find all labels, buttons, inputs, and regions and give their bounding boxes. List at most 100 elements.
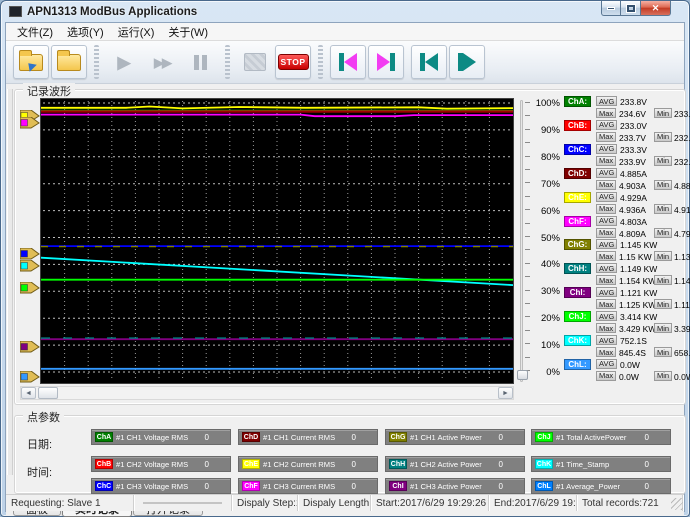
record-button-disabled <box>237 45 273 79</box>
fast-forward-button[interactable]: ▶▶ <box>144 45 180 79</box>
avg-chip: AVG <box>596 311 617 321</box>
title-bar[interactable]: APN1313 ModBus Applications ✕ <box>1 1 689 22</box>
max-value: 0.0W <box>619 372 639 382</box>
step-forward-button[interactable] <box>449 45 485 79</box>
waveform-group-label: 记录波形 <box>23 83 75 99</box>
channel-marker-chi[interactable] <box>20 340 40 358</box>
scroll-right-arrow-icon[interactable]: ► <box>498 387 513 399</box>
channel-stat-row-chc: ChC:AVG233.3VMax233.9VMin232.5V <box>564 144 690 167</box>
channel-stat-row-cha: ChA:AVG233.8VMax234.6VMin233.0V <box>564 96 690 119</box>
stop-button[interactable]: STOP <box>275 45 311 79</box>
max-value: 3.429 KW <box>619 324 656 334</box>
min-chip: Min <box>654 323 672 333</box>
maximize-button[interactable] <box>621 1 640 16</box>
channel-badge: ChJ <box>535 432 553 442</box>
channel-badge: ChK: <box>564 335 591 346</box>
max-chip: Max <box>596 180 616 190</box>
vertical-slider[interactable] <box>516 98 532 384</box>
max-value: 4.936A <box>619 205 646 215</box>
channel-stat-row-che: ChE:AVG4.929AMax4.936AMin4.919A <box>564 192 690 215</box>
menu-bar: 文件(Z)选项(Y)运行(X)关于(W) <box>6 23 684 41</box>
min-value: 1.138 KW <box>674 252 690 262</box>
channel-badge: ChA: <box>564 96 591 107</box>
param-cell-chg: ChG#1 CH1 Active Power0 <box>385 429 525 445</box>
menu-item-2[interactable]: 运行(X) <box>111 22 162 42</box>
min-value: 4.919A <box>674 205 690 215</box>
waveform-plot[interactable] <box>40 98 514 384</box>
channel-marker-chf[interactable] <box>20 116 40 134</box>
fast-forward-icon: ▶▶ <box>154 56 170 69</box>
next-marker-button[interactable] <box>368 45 404 79</box>
scroll-left-arrow-icon[interactable]: ◄ <box>21 387 36 399</box>
param-label: #1 Average_Power <box>556 482 645 491</box>
avg-chip: AVG <box>596 239 617 249</box>
param-label: #1 CH3 Voltage RMS <box>116 482 205 491</box>
close-icon: ✕ <box>652 3 660 14</box>
param-value: 0 <box>645 482 649 491</box>
channel-badge: ChD: <box>564 168 591 179</box>
param-label: #1 CH1 Active Power <box>410 433 499 442</box>
param-cell-chh: ChH#1 CH2 Active Power0 <box>385 456 525 472</box>
channel-stat-row-chb: ChB:AVG233.0VMax233.7VMin232.2V <box>564 120 690 143</box>
min-value: 232.2V <box>674 133 690 143</box>
menu-item-1[interactable]: 选项(Y) <box>60 22 111 42</box>
max-chip: Max <box>596 108 616 118</box>
min-value: 658.7S <box>674 348 690 358</box>
channel-stats-panel: ChA:AVG233.8VMax234.6VMin233.0VChB:AVG23… <box>564 96 690 386</box>
pause-button[interactable] <box>182 45 218 79</box>
param-cell-chi: ChI#1 CH3 Active Power0 <box>385 478 525 494</box>
param-value: 0 <box>499 482 503 491</box>
channel-marker-chk[interactable] <box>20 259 40 277</box>
avg-chip: AVG <box>596 96 617 106</box>
avg-value: 4.885A <box>620 169 647 179</box>
resize-grip[interactable] <box>671 498 683 510</box>
param-label: #1 CH2 Voltage RMS <box>116 460 205 469</box>
status-field-5: End:2017/6/29 19:32:33 <box>489 495 577 511</box>
minimize-icon <box>607 7 615 10</box>
horizontal-scrollbar[interactable]: ◄ ► <box>20 386 514 400</box>
channel-stat-row-chh: ChH:AVG1.149 KWMax1.154 KWMin1.143 KW <box>564 263 690 286</box>
avg-chip: AVG <box>596 287 617 297</box>
min-chip: Min <box>654 299 672 309</box>
params-group: 点参数 日期: 时间: ChA#1 CH1 Voltage RMS0ChB#1 … <box>14 415 686 494</box>
avg-value: 233.3V <box>620 145 647 155</box>
param-label: #1 CH2 Active Power <box>410 460 499 469</box>
avg-chip: AVG <box>596 359 617 369</box>
channel-badge: ChI <box>389 481 407 491</box>
prev-marker-button[interactable] <box>330 45 366 79</box>
min-chip: Min <box>654 228 672 238</box>
min-chip: Min <box>654 275 672 285</box>
step-back-button[interactable] <box>411 45 447 79</box>
param-value: 0 <box>352 460 356 469</box>
menu-item-3[interactable]: 关于(W) <box>161 22 215 42</box>
avg-value: 233.0V <box>620 121 647 131</box>
channel-marker-chj[interactable] <box>20 281 40 299</box>
play-button[interactable]: ▶ <box>106 45 142 79</box>
close-button[interactable]: ✕ <box>640 1 671 16</box>
channel-badge: ChH <box>389 459 407 469</box>
avg-value: 1.149 KW <box>620 264 657 274</box>
pause-icon <box>194 55 207 70</box>
max-value: 234.6V <box>619 109 646 119</box>
time-label: 时间: <box>27 464 52 480</box>
menu-item-0[interactable]: 文件(Z) <box>10 22 60 42</box>
max-value: 845.4S <box>619 348 646 358</box>
slider-thumb[interactable] <box>517 370 528 380</box>
minimize-button[interactable] <box>601 1 621 16</box>
avg-value: 3.414 KW <box>620 312 657 322</box>
scrollbar-thumb[interactable] <box>38 387 58 399</box>
max-chip: Max <box>596 132 616 142</box>
param-cell-chc: ChC#1 CH3 Voltage RMS0 <box>91 478 231 494</box>
status-field-2: Dispaly Step:1 <box>232 495 298 511</box>
open-file-button[interactable] <box>51 45 87 79</box>
open-record-button[interactable] <box>13 45 49 79</box>
min-value: 1.143 KW <box>674 276 690 286</box>
avg-value: 1.121 KW <box>620 288 657 298</box>
channel-badge: ChL <box>535 481 553 491</box>
folder-open-icon <box>57 54 81 71</box>
slider-groove <box>520 100 523 382</box>
channel-badge: ChA <box>95 432 113 442</box>
param-cell-cha: ChA#1 CH1 Voltage RMS0 <box>91 429 231 445</box>
percent-tick-label: 90% <box>533 125 560 136</box>
waveform-group: 记录波形 ◄ ► 100%90%80%70%60%50%40%30%20%10%… <box>14 89 686 405</box>
